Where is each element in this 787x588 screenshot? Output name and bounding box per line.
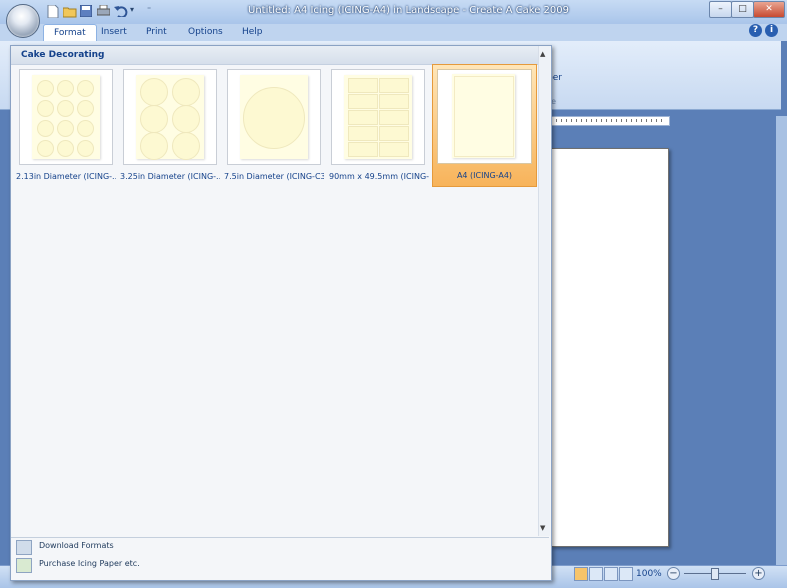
zoom-level: 100% — [636, 569, 662, 579]
zoom-in-button[interactable]: + — [752, 567, 765, 580]
gallery-item-2-13in[interactable] — [19, 69, 113, 165]
workspace-scrollbar[interactable] — [776, 116, 787, 568]
undo-dropdown-icon[interactable]: ▾ — [130, 5, 144, 18]
gallery-item-label: 90mm x 49.5mm (ICING-... — [329, 172, 429, 181]
sheet-preview — [32, 75, 100, 159]
gallery-scrollbar[interactable] — [538, 46, 550, 536]
gallery-item-label: A4 (ICING-A4) — [456, 171, 513, 180]
gallery-item-label: 3.25in Diameter (ICING-... — [120, 172, 220, 181]
view-layout-icon[interactable] — [589, 567, 603, 581]
tab-help[interactable]: Help — [232, 24, 273, 41]
sheet-preview — [240, 75, 308, 159]
zoom-slider-thumb[interactable] — [711, 568, 719, 580]
view-full-icon[interactable] — [619, 567, 633, 581]
ruler-ticks — [551, 119, 666, 122]
customize-qat-icon[interactable]: ⁼ — [147, 5, 161, 18]
gallery-item-a4[interactable]: A4 (ICING-A4) — [432, 64, 537, 187]
minimize-button[interactable]: – — [709, 1, 732, 18]
gallery-section-title: Cake Decorating — [21, 50, 105, 60]
sheet-preview — [344, 75, 412, 159]
tab-format[interactable]: Format — [43, 24, 97, 42]
download-formats-label: Download Formats — [39, 541, 114, 550]
application-menu-button[interactable] — [6, 4, 40, 38]
tab-insert[interactable]: Insert — [91, 24, 137, 41]
gallery-item-90mm[interactable] — [331, 69, 425, 165]
save-icon[interactable] — [79, 4, 94, 18]
scroll-up-icon[interactable]: ▲ — [540, 50, 545, 58]
tab-print[interactable]: Print — [136, 24, 177, 41]
purchase-icon — [16, 558, 32, 573]
sheet-preview — [452, 74, 515, 158]
view-mode-icon[interactable] — [574, 567, 588, 581]
close-button[interactable]: ✕ — [753, 1, 785, 18]
open-folder-icon[interactable] — [62, 5, 77, 18]
view-split-icon[interactable] — [604, 567, 618, 581]
purchase-icing-label: Purchase Icing Paper etc. — [39, 559, 140, 568]
help-icon[interactable]: ? — [749, 24, 762, 37]
gallery-item-7-5in[interactable] — [227, 69, 321, 165]
info-icon[interactable]: i — [765, 24, 778, 37]
gallery-item-label: 7.5in Diameter (ICING-C3) — [224, 172, 324, 181]
gallery-item-label: 2.13in Diameter (ICING-... — [16, 172, 116, 181]
maximize-button[interactable]: □ — [731, 1, 754, 18]
window-title: Untitled: A4 Icing (ICING-A4) in Landsca… — [248, 5, 569, 16]
tab-options[interactable]: Options — [178, 24, 233, 41]
zoom-out-button[interactable]: − — [667, 567, 680, 580]
design-page[interactable] — [551, 148, 669, 547]
gallery-item-3-25in[interactable] — [123, 69, 217, 165]
print-icon[interactable] — [96, 4, 111, 18]
undo-icon[interactable] — [114, 5, 128, 19]
tile-frame — [437, 69, 532, 164]
sheet-preview — [136, 75, 204, 160]
download-icon — [16, 540, 32, 555]
new-document-icon[interactable] — [47, 4, 61, 19]
scroll-down-icon[interactable]: ▼ — [540, 524, 545, 532]
